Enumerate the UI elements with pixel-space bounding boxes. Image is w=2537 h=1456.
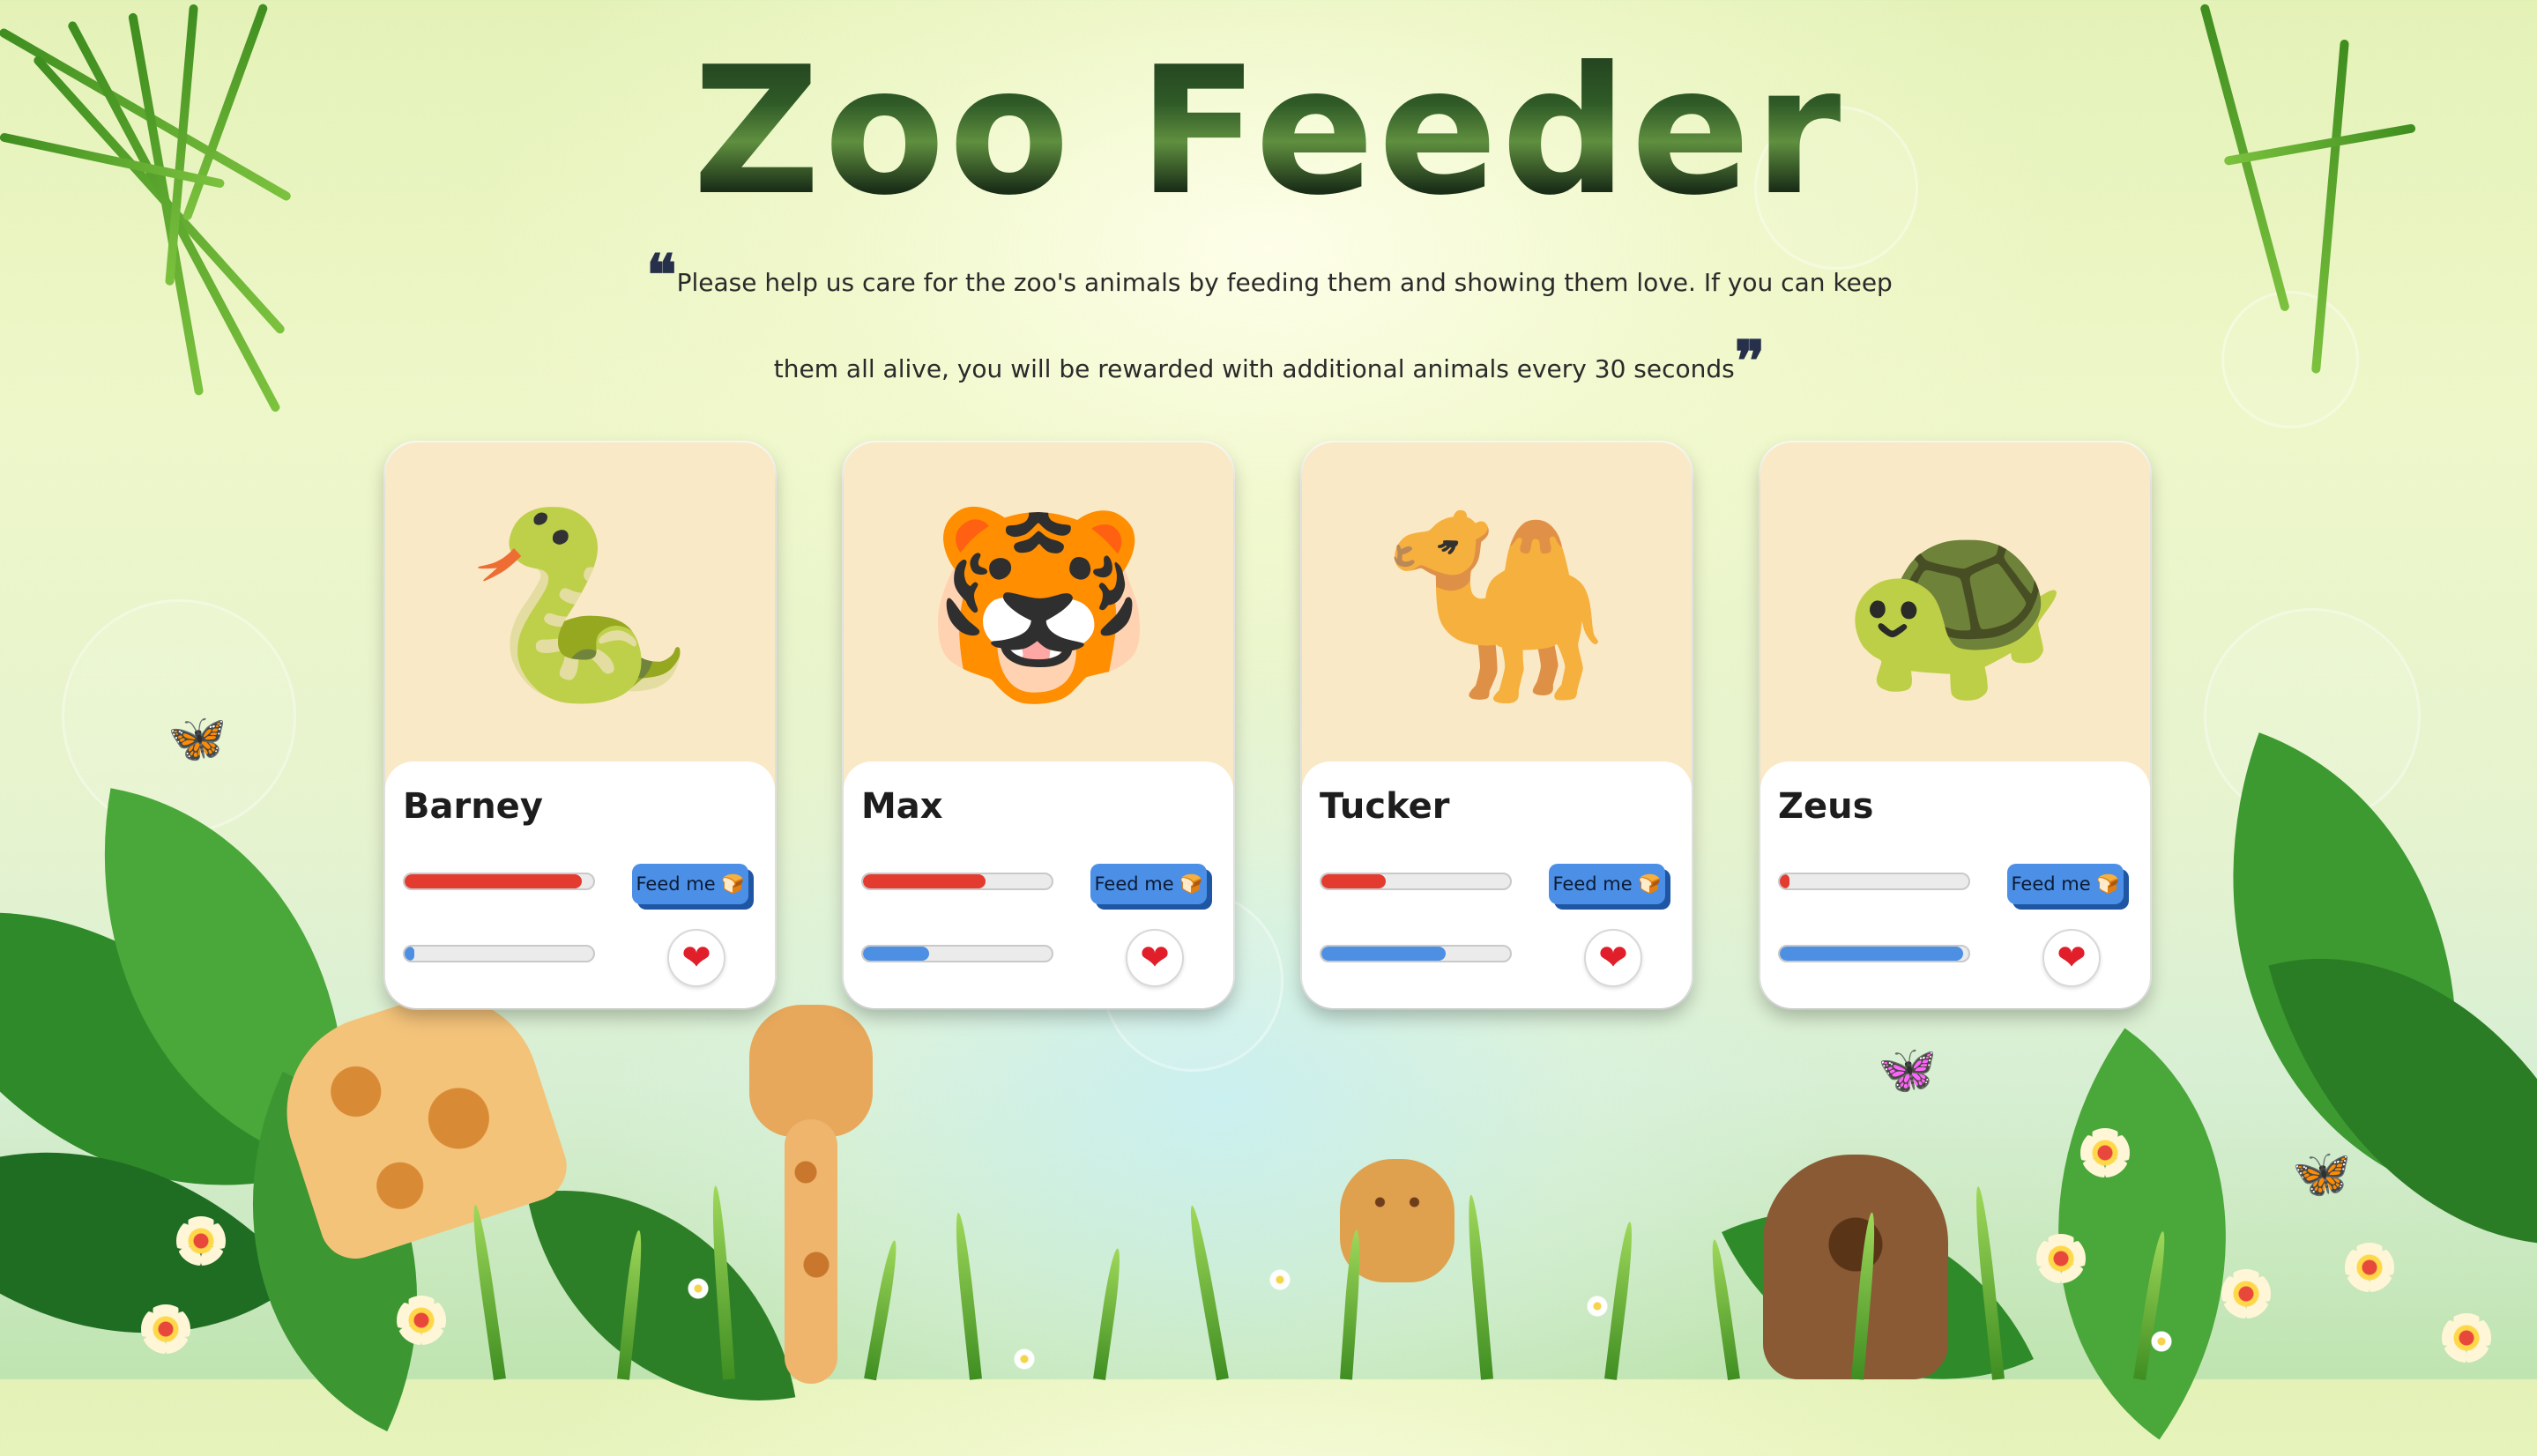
animal-card-max: 🐯 Max Feed me 🍞 ❤ <box>844 442 1233 1008</box>
giraffe-center <box>749 1005 873 1137</box>
page-title: Zoo Feeder <box>0 35 2537 229</box>
feed-button[interactable]: Feed me 🍞 <box>632 864 748 904</box>
love-bar <box>1320 945 1512 962</box>
love-bar <box>861 945 1053 962</box>
love-heart-button[interactable]: ❤ <box>1126 929 1184 987</box>
turtle-icon: 🐢 <box>1840 497 2071 713</box>
card-image-area: 🐍 <box>385 442 775 786</box>
hunger-bar-fill <box>1780 874 1789 888</box>
feed-button[interactable]: Feed me 🍞 <box>2007 864 2124 904</box>
page-description: ❝Please help us care for the zoo's anima… <box>635 236 1904 409</box>
love-bar <box>403 945 595 962</box>
animal-name: Tucker <box>1320 786 1450 827</box>
love-heart-button[interactable]: ❤ <box>2042 929 2101 987</box>
love-bar <box>1778 945 1970 962</box>
animal-name: Max <box>861 786 943 827</box>
close-quote-icon: ❞ <box>1734 329 1766 395</box>
card-details: Max Feed me 🍞 ❤ <box>844 761 1233 1008</box>
butterfly-icon: 🦋 <box>167 710 227 766</box>
heart-icon: ❤ <box>2057 939 2087 977</box>
animal-cards: 🐍 Barney Feed me 🍞 ❤ 🐯 Max Feed me 🍞 ❤ 🐪… <box>385 442 2152 1008</box>
animal-card-zeus: 🐢 Zeus Feed me 🍞 ❤ <box>1760 442 2150 1008</box>
hunger-bar-fill <box>863 874 986 888</box>
animal-name: Barney <box>403 786 543 827</box>
heart-icon: ❤ <box>1598 939 1628 977</box>
card-details: Tucker Feed me 🍞 ❤ <box>1302 761 1692 1008</box>
card-image-area: 🐯 <box>844 442 1233 786</box>
hunger-bar-fill <box>1321 874 1386 888</box>
heart-icon: ❤ <box>681 939 711 977</box>
heart-icon: ❤ <box>1140 939 1170 977</box>
camel-icon: 🐪 <box>1381 497 1612 713</box>
feed-button[interactable]: Feed me 🍞 <box>1090 864 1207 904</box>
card-image-area: 🐢 <box>1760 442 2150 786</box>
animal-card-barney: 🐍 Barney Feed me 🍞 ❤ <box>385 442 775 1008</box>
hunger-bar-fill <box>405 874 583 888</box>
hunger-bar <box>861 873 1053 890</box>
animal-card-tucker: 🐪 Tucker Feed me 🍞 ❤ <box>1302 442 1692 1008</box>
love-heart-button[interactable]: ❤ <box>1584 929 1642 987</box>
tiger-icon: 🐯 <box>923 497 1154 713</box>
animal-name: Zeus <box>1778 786 1874 827</box>
hunger-bar <box>1320 873 1512 890</box>
snake-icon: 🐍 <box>465 497 696 713</box>
love-heart-button[interactable]: ❤ <box>667 929 725 987</box>
hunger-bar <box>1778 873 1970 890</box>
feed-button[interactable]: Feed me 🍞 <box>1549 864 1665 904</box>
giraffe-neck <box>785 1119 837 1384</box>
love-bar-fill <box>1321 947 1447 961</box>
love-bar-fill <box>863 947 929 961</box>
butterfly-icon: 🦋 <box>1878 1042 1938 1097</box>
butterfly-icon: 🦋 <box>2292 1146 2352 1201</box>
description-line-1: Please help us care for the zoo's animal… <box>676 268 1893 297</box>
open-quote-icon: ❝ <box>646 242 677 308</box>
card-image-area: 🐪 <box>1302 442 1692 786</box>
love-bar-fill <box>405 947 414 961</box>
card-details: Barney Feed me 🍞 ❤ <box>385 761 775 1008</box>
hunger-bar <box>403 873 595 890</box>
card-details: Zeus Feed me 🍞 ❤ <box>1760 761 2150 1008</box>
love-bar-fill <box>1780 947 1963 961</box>
description-line-2: them all alive, you will be rewarded wit… <box>773 354 1735 383</box>
